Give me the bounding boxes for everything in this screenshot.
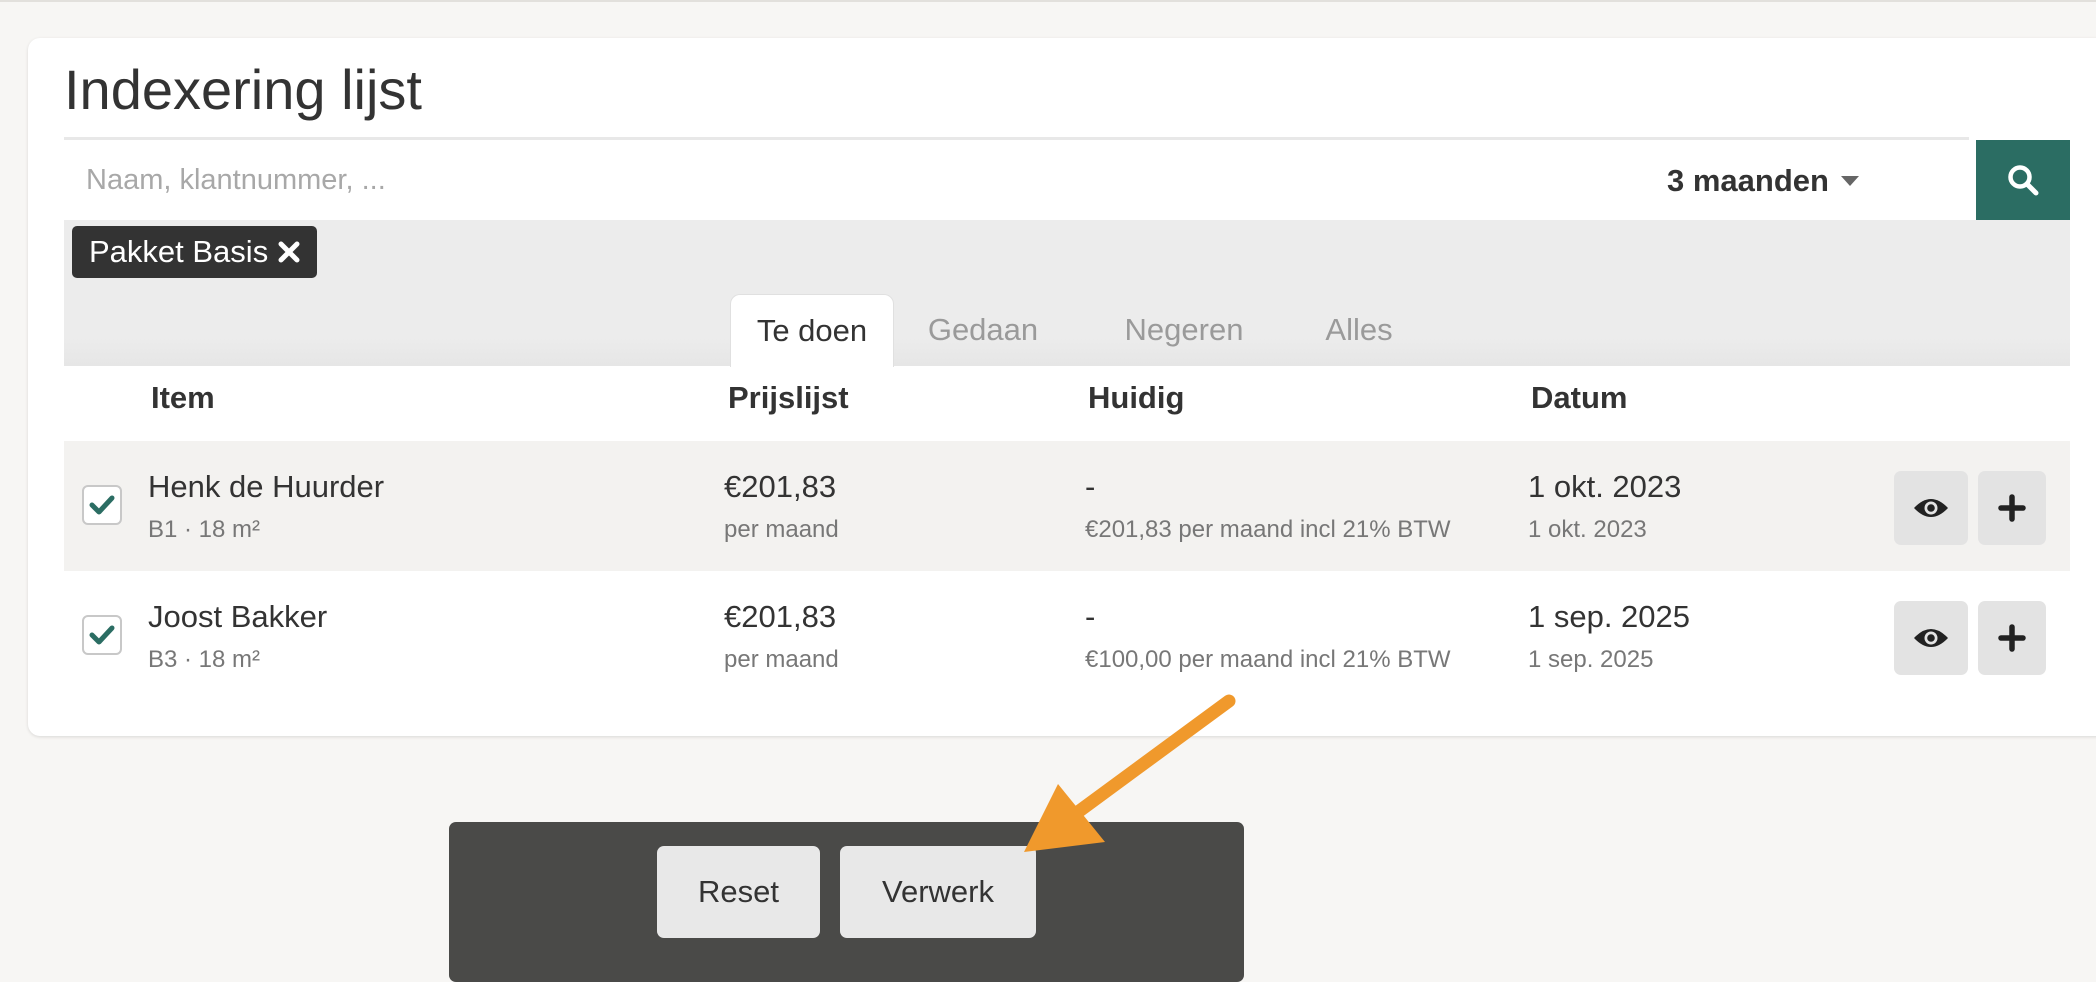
row-price: €201,83 <box>724 469 837 504</box>
row-price-period: per maand <box>724 516 839 543</box>
table-row: Joost Bakker B3 · 18 m² €201,83 per maan… <box>64 571 2070 701</box>
row-current: - <box>1085 599 1096 634</box>
eye-icon <box>1914 629 1948 647</box>
row-unit: B1 · 18 m² <box>148 516 261 543</box>
row-name: Joost Bakker <box>148 599 328 634</box>
view-button[interactable] <box>1894 601 1968 675</box>
row-name: Henk de Huurder <box>148 469 385 504</box>
row-checkbox[interactable] <box>82 615 122 655</box>
tab-gedaan[interactable]: Gedaan <box>908 294 1058 366</box>
period-dropdown[interactable]: 3 maanden <box>1667 140 1859 221</box>
column-header-item[interactable]: Item <box>151 380 215 416</box>
column-header-huidig[interactable]: Huidig <box>1088 380 1184 416</box>
close-icon[interactable] <box>278 241 300 263</box>
check-icon <box>89 625 115 645</box>
row-date-sub: 1 okt. 2023 <box>1528 516 1647 543</box>
search-button[interactable] <box>1976 140 2070 220</box>
row-date-sub: 1 sep. 2025 <box>1528 646 1654 673</box>
search-icon <box>2008 165 2039 196</box>
tab-te-doen[interactable]: Te doen <box>730 294 894 367</box>
row-date: 1 sep. 2025 <box>1528 599 1691 634</box>
reset-button[interactable]: Reset <box>657 846 820 938</box>
tab-negeren[interactable]: Negeren <box>1104 294 1264 366</box>
row-price-period: per maand <box>724 646 839 673</box>
filter-tabs-area: Pakket Basis Te doen Gedaan Negeren Alle… <box>64 220 2070 367</box>
row-unit: B3 · 18 m² <box>148 646 261 673</box>
plus-icon <box>1998 624 2026 652</box>
eye-icon <box>1914 499 1948 517</box>
chevron-down-icon <box>1840 175 1859 186</box>
search-bar: 3 maanden <box>64 137 2011 221</box>
column-header-prijslijst[interactable]: Prijslijst <box>728 380 849 416</box>
row-current-detail: €201,83 per maand incl 21% BTW <box>1085 516 1451 543</box>
add-button[interactable] <box>1978 471 2046 545</box>
view-button[interactable] <box>1894 471 1968 545</box>
add-button[interactable] <box>1978 601 2046 675</box>
bulk-action-bar: Reset Verwerk <box>449 822 1244 982</box>
row-current-detail: €100,00 per maand incl 21% BTW <box>1085 646 1451 673</box>
row-current: - <box>1085 469 1096 504</box>
row-date: 1 okt. 2023 <box>1528 469 1682 504</box>
check-icon <box>89 495 115 515</box>
search-input[interactable] <box>64 140 1614 221</box>
row-checkbox[interactable] <box>82 485 122 525</box>
column-header-datum[interactable]: Datum <box>1531 380 1627 416</box>
period-label: 3 maanden <box>1667 162 1829 198</box>
table-row: Henk de Huurder B1 · 18 m² €201,83 per m… <box>64 441 2070 571</box>
top-divider <box>0 0 2096 2</box>
process-button[interactable]: Verwerk <box>840 846 1036 938</box>
tab-alles[interactable]: Alles <box>1304 294 1414 366</box>
filter-chip-label: Pakket Basis <box>89 234 269 269</box>
row-price: €201,83 <box>724 599 837 634</box>
page-title: Indexering lijst <box>64 58 422 121</box>
filter-chip-pakket-basis[interactable]: Pakket Basis <box>72 226 318 278</box>
plus-icon <box>1998 494 2026 522</box>
